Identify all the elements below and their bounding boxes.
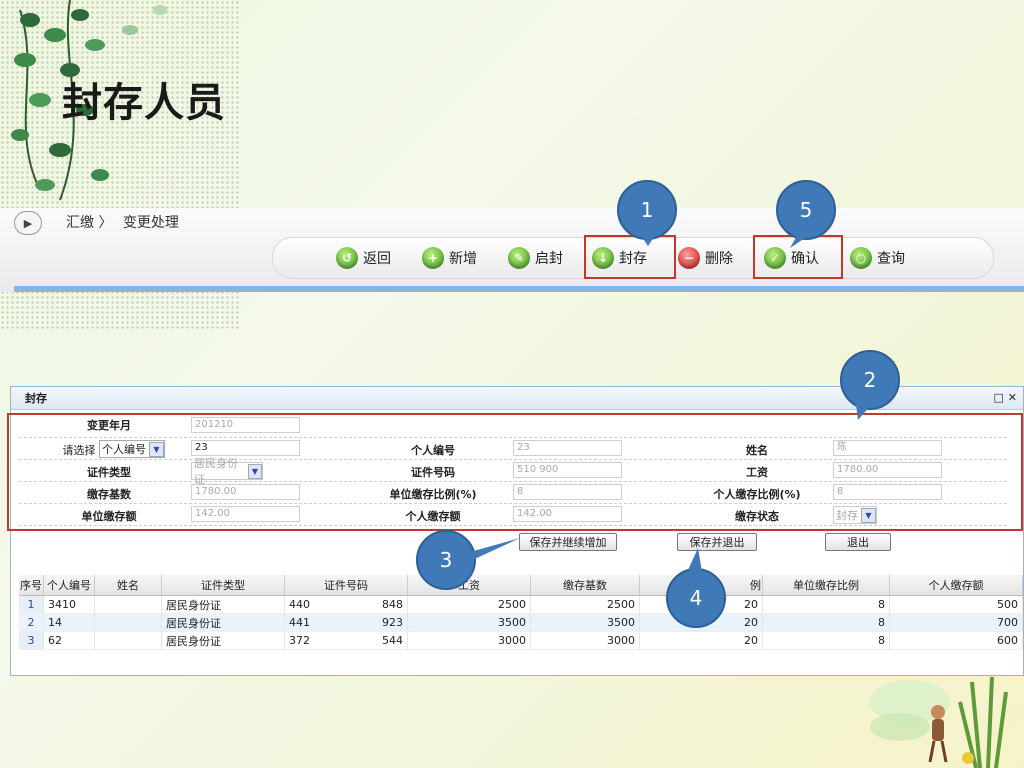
table-header: 序号 个人编号 姓名 证件类型 证件号码 工资 缴存基数 例 单位缴存比例 个人… <box>19 575 1023 596</box>
delete-label: 删除 <box>705 251 733 267</box>
callout-5: 5 <box>776 180 836 240</box>
play-icon[interactable]: ▶ <box>14 211 42 235</box>
dialog-window-controls[interactable]: □ ✕ <box>994 391 1017 404</box>
table-row[interactable]: 1 3410 居民身份证 440 848 2500 2500 20 8 500 <box>19 595 1023 614</box>
callout-3: 3 <box>416 530 476 590</box>
cell-id-type: 居民身份证 <box>161 631 285 650</box>
cell-person-no: 14 <box>43 613 95 632</box>
callout-4: 4 <box>666 568 726 628</box>
id-suffix: 544 <box>382 634 403 647</box>
cell-id-no: 372 544 <box>284 631 408 650</box>
unseal-icon: ✎ <box>508 247 530 269</box>
cell-personal-amount: 700 <box>889 613 1023 632</box>
toolbar-divider <box>14 286 1024 292</box>
personnel-table: 序号 个人编号 姓名 证件类型 证件号码 工资 缴存基数 例 单位缴存比例 个人… <box>19 575 1023 650</box>
row-index: 2 <box>19 613 44 632</box>
callout-1: 1 <box>617 180 677 240</box>
id-suffix: 923 <box>382 616 403 629</box>
col-personal-amount[interactable]: 个人缴存额 <box>889 575 1023 596</box>
delete-button[interactable]: − 删除 <box>678 246 733 270</box>
cell-person-no: 62 <box>43 631 95 650</box>
cell-base: 3500 <box>530 613 640 632</box>
cell-base: 2500 <box>530 595 640 614</box>
col-id-type[interactable]: 证件类型 <box>161 575 285 596</box>
save-continue-button[interactable]: 保存并继续增加 <box>519 533 617 551</box>
cell-personal-amount: 600 <box>889 631 1023 650</box>
cell-id-type: 居民身份证 <box>161 595 285 614</box>
cell-base: 3000 <box>530 631 640 650</box>
col-index[interactable]: 序号 <box>19 575 44 596</box>
cell-name <box>94 631 162 650</box>
add-button[interactable]: + 新增 <box>422 246 477 270</box>
breadcrumb-root[interactable]: 汇缴 <box>66 215 94 231</box>
unseal-label: 启封 <box>535 251 563 267</box>
id-prefix: 441 <box>289 616 310 629</box>
cell-salary: 2500 <box>407 595 531 614</box>
col-base[interactable]: 缴存基数 <box>530 575 640 596</box>
id-prefix: 440 <box>289 598 310 611</box>
breadcrumb: 汇缴 〉 变更处理 <box>66 212 179 232</box>
highlight-seal <box>584 235 676 279</box>
exit-button[interactable]: 退出 <box>825 533 891 551</box>
table-row[interactable]: 2 14 居民身份证 441 923 3500 3500 20 8 700 <box>19 613 1023 632</box>
slide-title: 封存人员 <box>62 80 226 126</box>
id-suffix: 848 <box>382 598 403 611</box>
breadcrumb-separator: 〉 <box>98 215 113 231</box>
cell-unit-ratio: 8 <box>762 613 890 632</box>
cell-salary: 3500 <box>407 613 531 632</box>
search-button[interactable]: ○ 查询 <box>850 246 905 270</box>
row-index: 1 <box>19 595 44 614</box>
cell-ratio: 20 <box>639 631 763 650</box>
back-button[interactable]: ↺ 返回 <box>336 246 391 270</box>
add-icon: + <box>422 247 444 269</box>
col-unit-ratio[interactable]: 单位缴存比例 <box>762 575 890 596</box>
highlight-confirm <box>753 235 843 279</box>
add-label: 新增 <box>449 251 477 267</box>
fairy-illustration <box>870 676 1008 768</box>
cell-name <box>94 613 162 632</box>
col-name[interactable]: 姓名 <box>94 575 162 596</box>
col-id-no[interactable]: 证件号码 <box>284 575 408 596</box>
cell-name <box>94 595 162 614</box>
unseal-button[interactable]: ✎ 启封 <box>508 246 563 270</box>
save-exit-button[interactable]: 保存并退出 <box>677 533 757 551</box>
search-label: 查询 <box>877 251 905 267</box>
delete-icon: − <box>678 247 700 269</box>
highlight-form <box>7 413 1023 531</box>
cell-id-type: 居民身份证 <box>161 613 285 632</box>
col-person-no[interactable]: 个人编号 <box>43 575 95 596</box>
id-prefix: 372 <box>289 634 310 647</box>
breadcrumb-page: 变更处理 <box>122 215 179 231</box>
cell-id-no: 441 923 <box>284 613 408 632</box>
callout-2: 2 <box>840 350 900 410</box>
row-index: 3 <box>19 631 44 650</box>
table-row[interactable]: 3 62 居民身份证 372 544 3000 3000 20 8 600 <box>19 631 1023 650</box>
cell-person-no: 3410 <box>43 595 95 614</box>
search-icon: ○ <box>850 247 872 269</box>
cell-unit-ratio: 8 <box>762 631 890 650</box>
back-label: 返回 <box>363 251 391 267</box>
seal-dialog: 封存 □ ✕ 变更年月 201210 请选择 个人编号 ▼ 23 个人编号 23… <box>7 386 1024 676</box>
cell-personal-amount: 500 <box>889 595 1023 614</box>
dialog-title: 封存 <box>25 392 47 405</box>
cell-id-no: 440 848 <box>284 595 408 614</box>
cell-unit-ratio: 8 <box>762 595 890 614</box>
back-icon: ↺ <box>336 247 358 269</box>
cell-salary: 3000 <box>407 631 531 650</box>
